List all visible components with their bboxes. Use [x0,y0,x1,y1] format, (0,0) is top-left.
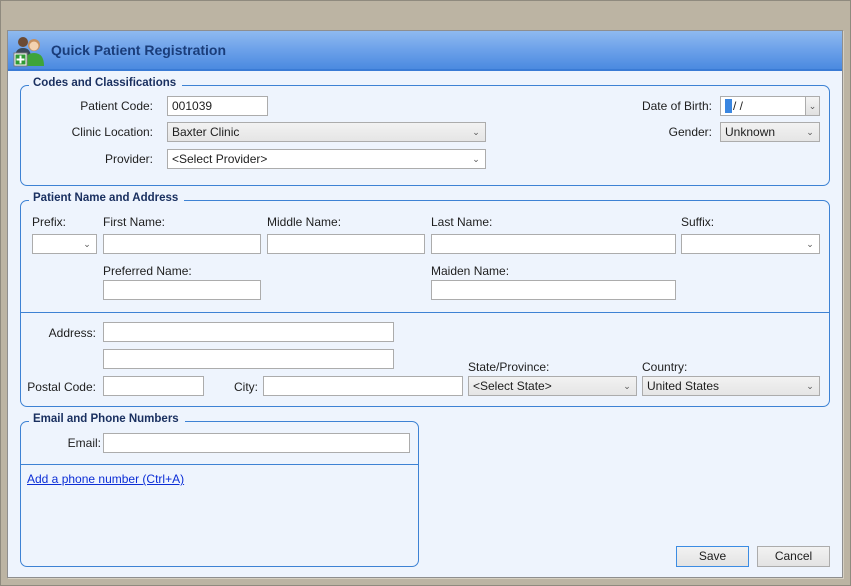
chevron-down-icon: ⌄ [623,381,631,391]
provider-value: <Select Provider> [172,152,268,166]
address-line1-input[interactable] [103,322,394,342]
country-value: United States [647,379,720,393]
chevron-down-icon: ⌄ [806,127,814,137]
chevron-down-icon: ⌄ [806,239,814,249]
country-label: Country: [642,360,688,374]
gender-value: Unknown [725,125,776,139]
last-name-input[interactable] [431,234,676,254]
provider-dropdown[interactable]: <Select Provider> ⌄ [167,149,486,169]
codes-group-legend: Codes and Classifications [29,77,183,89]
state-province-label: State/Province: [468,360,550,374]
save-button[interactable]: Save [676,546,749,567]
patient-registration-icon [13,37,44,67]
first-name-label: First Name: [103,215,166,229]
cancel-button[interactable]: Cancel [757,546,830,567]
postal-code-input[interactable] [103,376,204,396]
chevron-down-icon: ⌄ [472,127,480,137]
calendar-dropdown-button[interactable]: ⌄ [805,97,819,115]
first-name-input[interactable] [103,234,261,254]
date-of-birth-label: Date of Birth: [641,99,712,113]
country-dropdown[interactable]: United States ⌄ [642,376,820,396]
maiden-name-input[interactable] [431,280,676,300]
chevron-down-icon: ⌄ [806,381,814,391]
email-input[interactable] [103,433,410,453]
state-province-value: <Select State> [473,379,552,393]
middle-name-input[interactable] [267,234,425,254]
gender-label: Gender: [668,125,712,139]
middle-name-label: Middle Name: [267,215,342,229]
prefix-dropdown[interactable]: ⌄ [32,234,97,254]
maiden-name-label: Maiden Name: [431,264,510,278]
name-address-divider [20,312,830,313]
name-address-group-legend: Patient Name and Address [29,192,185,204]
preferred-name-label: Preferred Name: [103,264,192,278]
email-label: Email: [67,436,101,450]
address-line2-input[interactable] [103,349,394,369]
preferred-name-input[interactable] [103,280,261,300]
clinic-location-dropdown[interactable]: Baxter Clinic ⌄ [167,122,486,142]
clinic-location-value: Baxter Clinic [172,125,240,139]
date-of-birth-value: / / [733,99,744,113]
patient-code-input[interactable]: 001039 [167,96,268,116]
address-label: Address: [48,326,96,340]
city-label: City: [234,380,258,394]
contact-group-legend: Email and Phone Numbers [29,413,185,425]
state-province-dropdown[interactable]: <Select State> ⌄ [468,376,637,396]
quick-patient-registration-window: Quick Patient Registration Codes and Cla… [7,30,843,578]
last-name-label: Last Name: [431,215,493,229]
add-phone-number-link[interactable]: Add a phone number (Ctrl+A) [27,472,184,486]
gender-dropdown[interactable]: Unknown ⌄ [720,122,820,142]
postal-code-label: Postal Code: [27,380,96,394]
patient-code-label: Patient Code: [80,99,153,113]
clinic-location-label: Clinic Location: [71,125,153,139]
title-bar: Quick Patient Registration [8,31,842,71]
date-of-birth-picker[interactable]: / / ⌄ [720,96,820,116]
prefix-label: Prefix: [32,215,67,229]
suffix-label: Suffix: [681,215,715,229]
chevron-down-icon: ⌄ [472,154,480,164]
contact-divider [20,464,419,465]
city-input[interactable] [263,376,463,396]
provider-label: Provider: [104,152,153,166]
text-cursor [725,99,732,113]
chevron-down-icon: ⌄ [83,239,91,249]
window-title: Quick Patient Registration [51,42,227,58]
suffix-dropdown[interactable]: ⌄ [681,234,820,254]
